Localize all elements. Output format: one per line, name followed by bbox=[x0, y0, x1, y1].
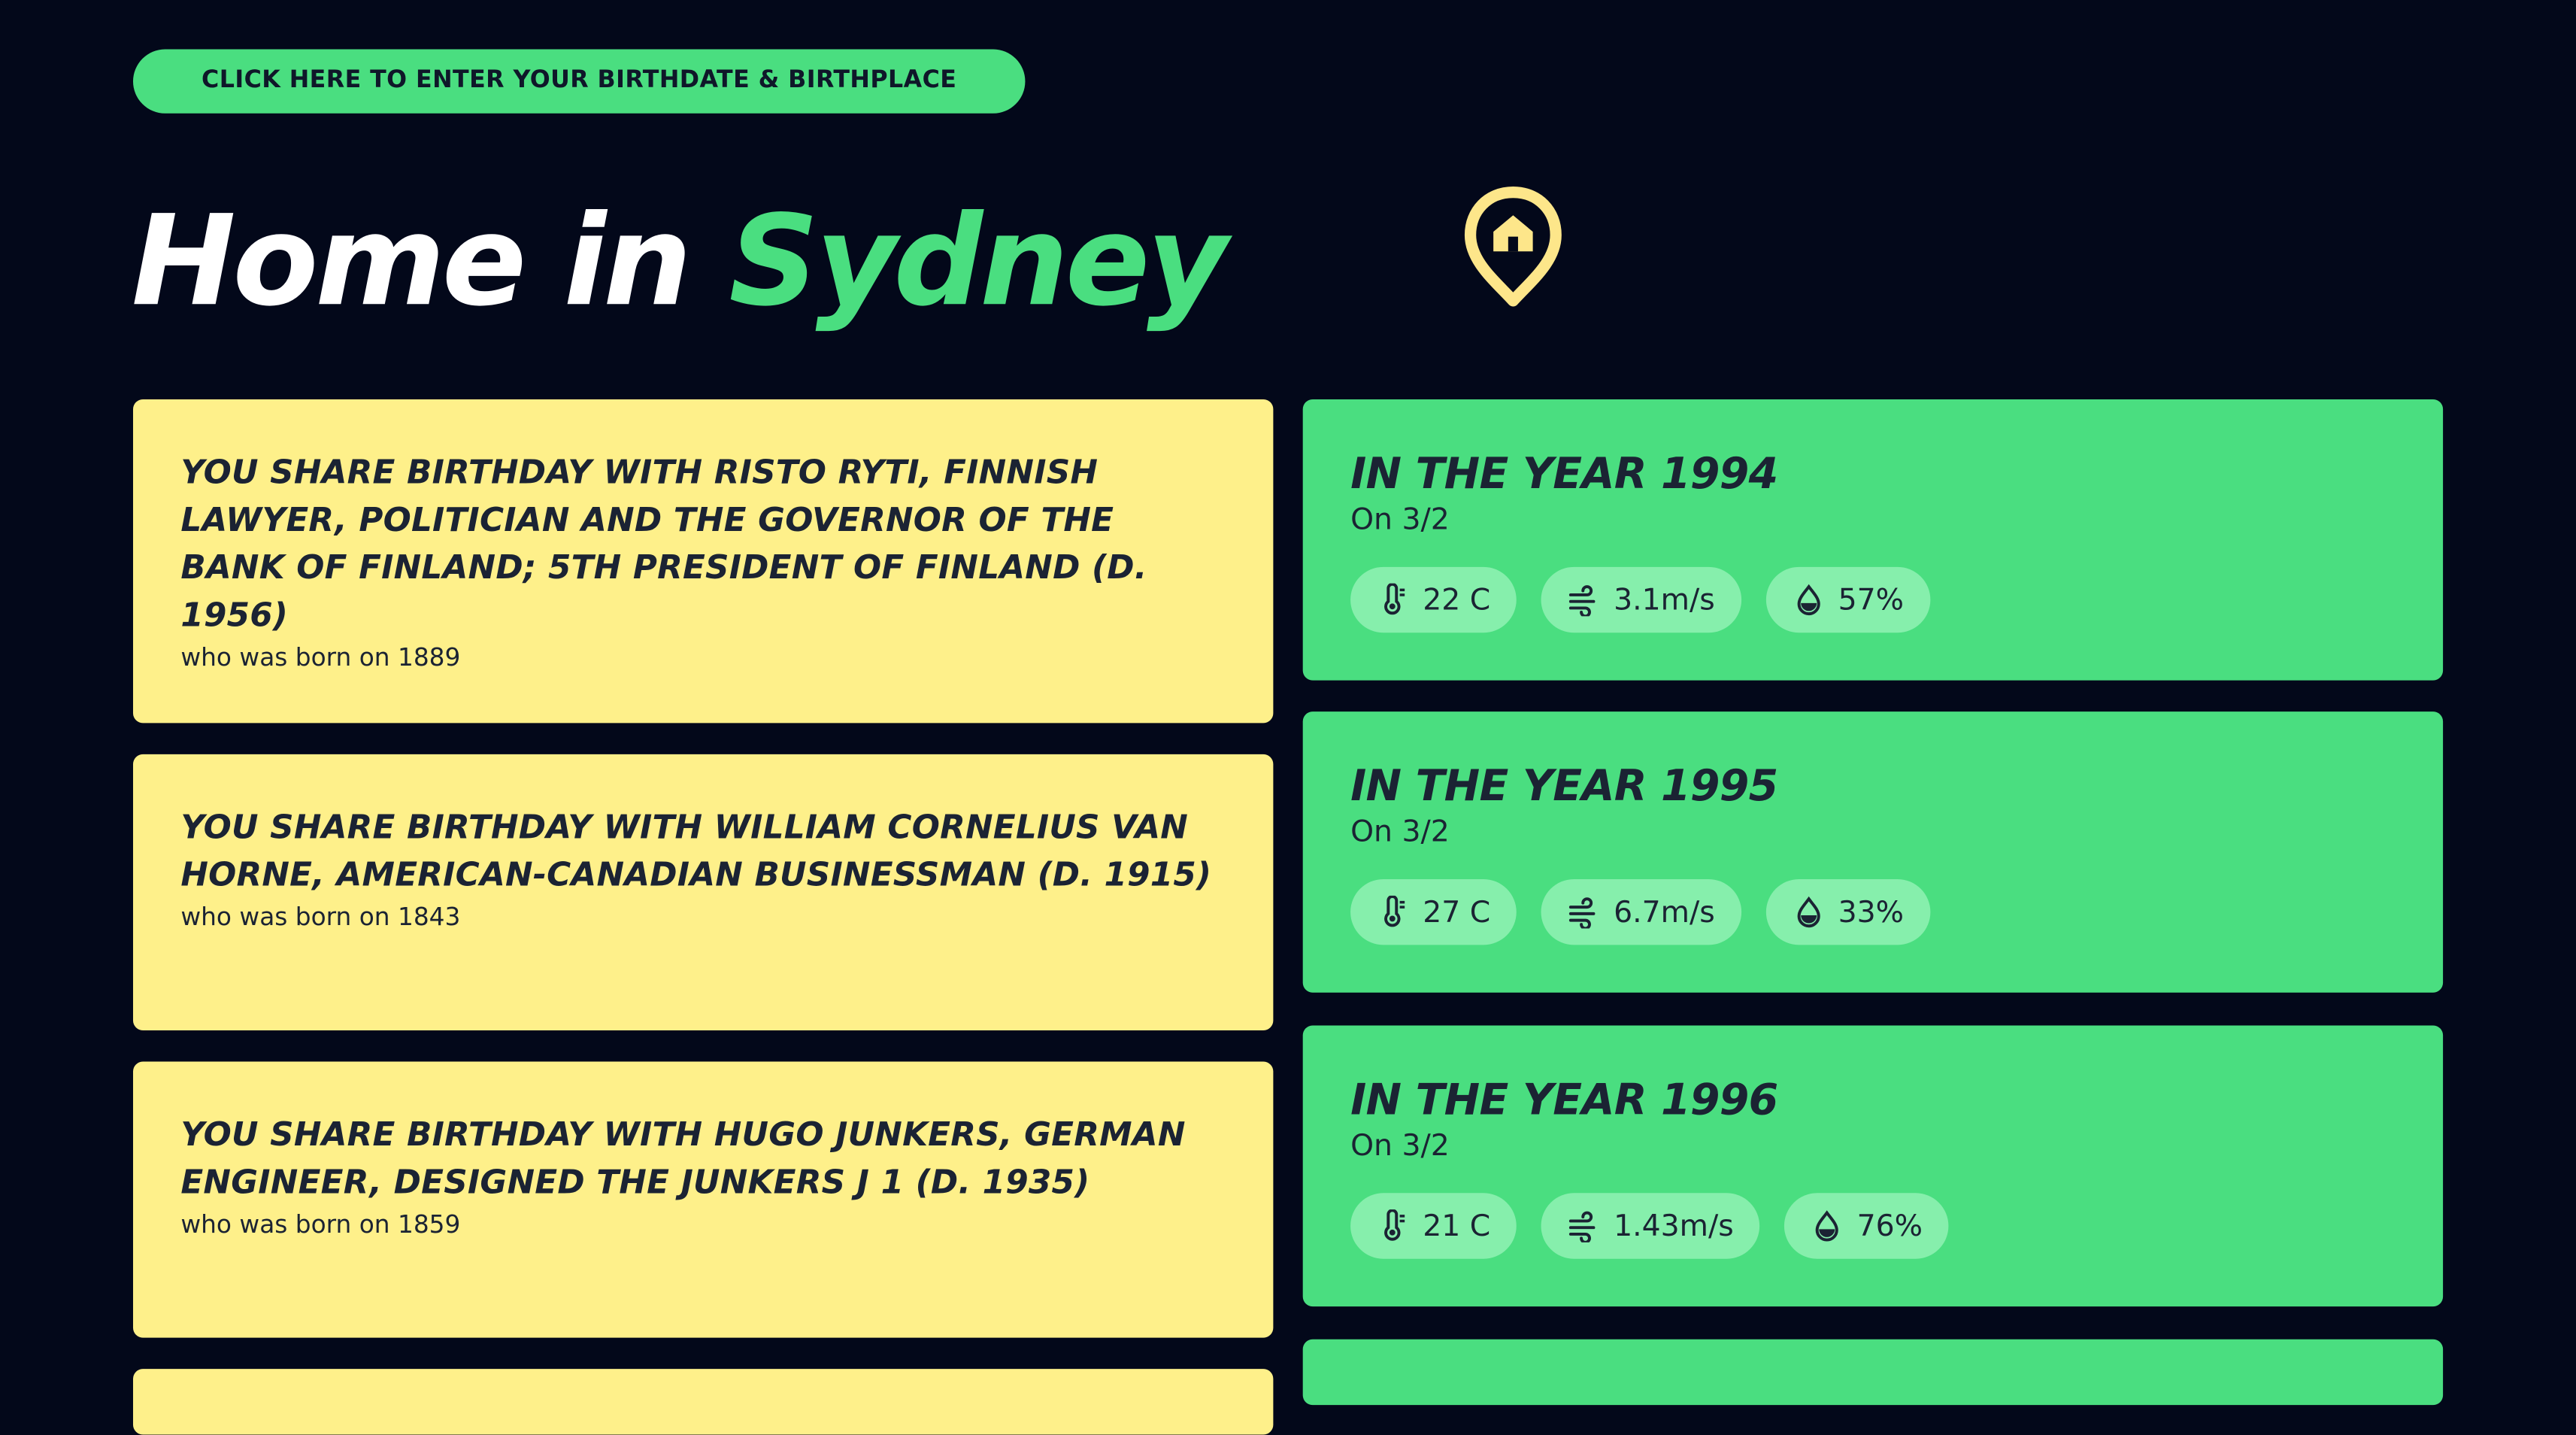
temperature-pill: 22 C bbox=[1350, 566, 1517, 633]
birthday-heading: YOU SHARE BIRTHDAY WITH WILLIAM CORNELIU… bbox=[180, 806, 1212, 894]
weather-stats: 21 C 1.43m/s 76% bbox=[1350, 1193, 2443, 1259]
wind-value: 6.7m/s bbox=[1614, 894, 1715, 930]
birthday-card: YOU SHARE BIRTHDAY WITH WILLIAM CORNELIU… bbox=[132, 754, 1274, 1030]
wind-pill: 3.1m/s bbox=[1541, 566, 1741, 633]
weather-card-partial bbox=[1302, 1339, 2444, 1406]
temperature-pill: 21 C bbox=[1350, 1193, 1517, 1259]
wind-icon bbox=[1568, 1209, 1601, 1242]
weather-date: On 3/2 bbox=[1350, 502, 1450, 538]
weather-card: IN THE YEAR 1995 On 3/2 27 C 6.7m/s 33% bbox=[1302, 711, 2444, 993]
home-pin-icon bbox=[1464, 186, 1562, 308]
wind-icon bbox=[1568, 584, 1601, 617]
humidity-pill: 33% bbox=[1765, 878, 1930, 945]
droplet-icon bbox=[1792, 896, 1825, 929]
humidity-value: 33% bbox=[1838, 894, 1905, 930]
wind-icon bbox=[1568, 896, 1601, 929]
temperature-value: 22 C bbox=[1423, 582, 1491, 617]
page: CLICK HERE TO ENTER YOUR BIRTHDATE & BIR… bbox=[0, 0, 2576, 1435]
humidity-pill: 76% bbox=[1784, 1193, 1950, 1259]
temperature-value: 27 C bbox=[1423, 894, 1491, 930]
weather-year: IN THE YEAR 1996 bbox=[1350, 1076, 1778, 1126]
birthday-born-year: who was born on 1889 bbox=[180, 642, 461, 672]
thermometer-icon bbox=[1377, 895, 1410, 929]
weather-card: IN THE YEAR 1996 On 3/2 21 C 1.43m/s 76% bbox=[1302, 1025, 2444, 1307]
weather-card: IN THE YEAR 1994 On 3/2 22 C 3.1m/s 57% bbox=[1302, 399, 2444, 681]
droplet-icon bbox=[1811, 1209, 1844, 1242]
weather-stats: 27 C 6.7m/s 33% bbox=[1350, 878, 2443, 945]
humidity-value: 76% bbox=[1856, 1209, 1923, 1243]
enter-birthdate-button[interactable]: CLICK HERE TO ENTER YOUR BIRTHDATE & BIR… bbox=[132, 49, 1026, 114]
weather-date: On 3/2 bbox=[1350, 815, 1450, 850]
thermometer-icon bbox=[1377, 583, 1410, 617]
droplet-icon bbox=[1792, 584, 1825, 617]
page-title: Home in Sydney bbox=[131, 171, 1229, 351]
weather-stats: 22 C 3.1m/s 57% bbox=[1350, 566, 2443, 633]
birthday-heading: YOU SHARE BIRTHDAY WITH HUGO JUNKERS, GE… bbox=[180, 1114, 1186, 1202]
thermometer-icon bbox=[1377, 1209, 1410, 1242]
weather-year: IN THE YEAR 1994 bbox=[1350, 450, 1778, 500]
title-city: Sydney bbox=[729, 187, 1228, 334]
humidity-value: 57% bbox=[1838, 582, 1905, 617]
birthday-born-year: who was born on 1843 bbox=[180, 902, 461, 932]
birthday-born-year: who was born on 1859 bbox=[180, 1209, 461, 1239]
wind-pill: 6.7m/s bbox=[1541, 878, 1741, 945]
wind-pill: 1.43m/s bbox=[1541, 1193, 1760, 1259]
title-prefix: Home in bbox=[131, 187, 692, 334]
weather-year: IN THE YEAR 1995 bbox=[1350, 762, 1778, 812]
wind-value: 1.43m/s bbox=[1614, 1209, 1734, 1243]
humidity-pill: 57% bbox=[1765, 566, 1930, 633]
birthday-heading: YOU SHARE BIRTHDAY WITH RISTO RYTI, FINN… bbox=[180, 451, 1147, 635]
birthday-card-partial bbox=[132, 1369, 1274, 1435]
temperature-pill: 27 C bbox=[1350, 878, 1517, 945]
wind-value: 3.1m/s bbox=[1614, 582, 1715, 617]
birthday-card: YOU SHARE BIRTHDAY WITH HUGO JUNKERS, GE… bbox=[132, 1061, 1274, 1338]
birthday-card: YOU SHARE BIRTHDAY WITH RISTO RYTI, FINN… bbox=[132, 399, 1274, 724]
weather-date: On 3/2 bbox=[1350, 1129, 1450, 1163]
temperature-value: 21 C bbox=[1423, 1209, 1491, 1243]
